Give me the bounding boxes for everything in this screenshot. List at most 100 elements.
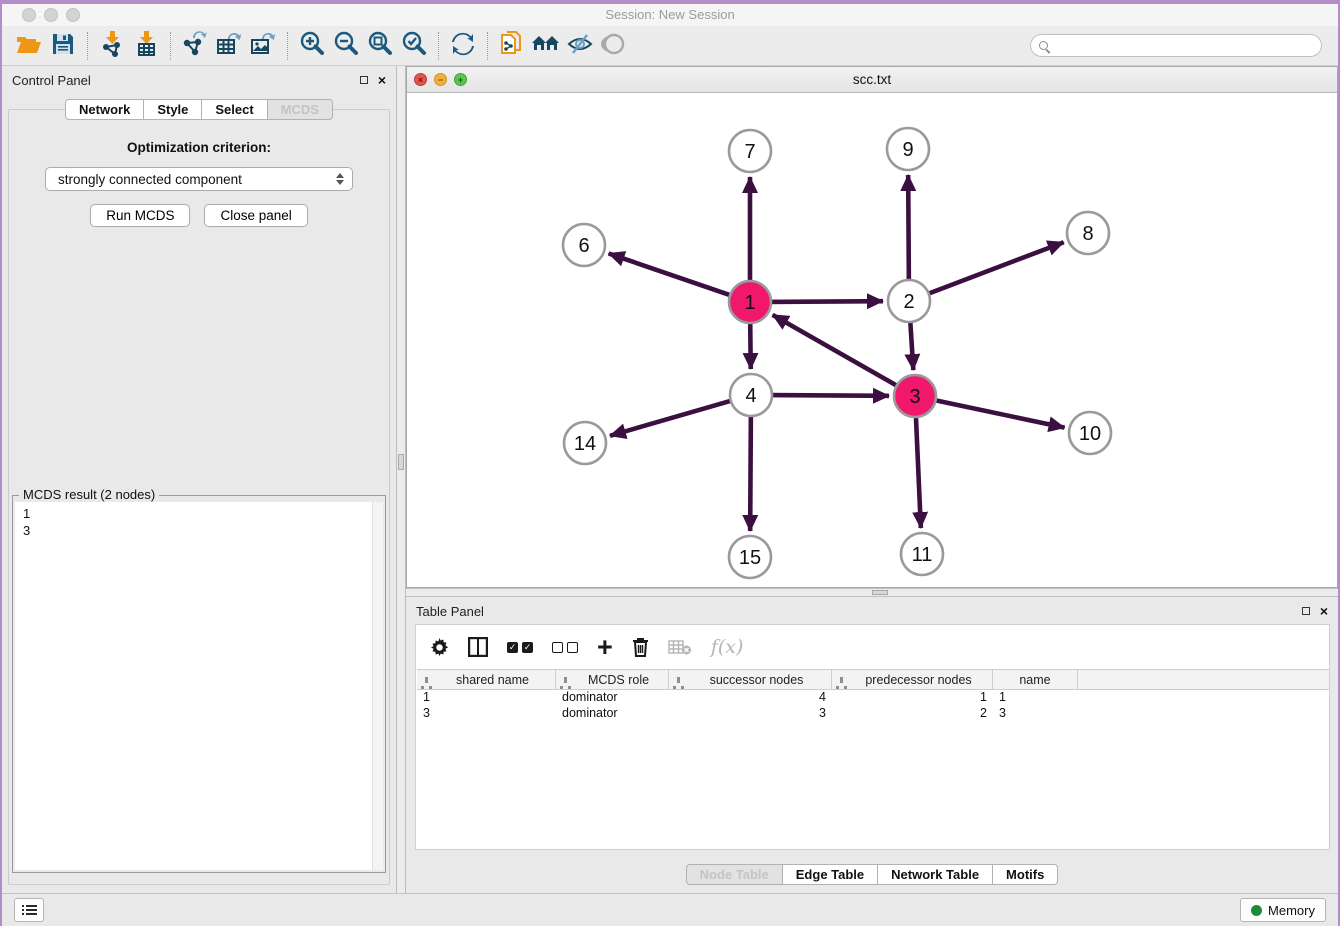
splitter-grip[interactable] — [398, 454, 404, 470]
table-cell[interactable]: 4 — [669, 690, 832, 706]
clone-network-button[interactable] — [495, 30, 529, 62]
tab-style[interactable]: Style — [143, 99, 202, 120]
float-table-panel-icon[interactable] — [1302, 607, 1310, 615]
table-row[interactable]: 1dominator411 — [417, 690, 1329, 706]
add-row-button[interactable]: + — [597, 634, 613, 660]
export-image-button[interactable] — [246, 30, 280, 62]
delete-column-button[interactable] — [668, 634, 692, 660]
tab-mcds[interactable]: MCDS — [267, 99, 333, 120]
run-mcds-button[interactable]: Run MCDS — [90, 204, 190, 227]
fit-content-button[interactable] — [363, 30, 397, 62]
edge-2-9[interactable] — [908, 175, 909, 284]
refresh-view-button[interactable] — [446, 30, 480, 62]
float-panel-icon[interactable] — [360, 76, 368, 84]
table-cell[interactable]: 1 — [832, 690, 993, 706]
column-header-MCDS-role[interactable]: MCDS role — [556, 670, 669, 689]
node-4[interactable]: 4 — [730, 374, 772, 416]
export-table-button[interactable] — [212, 30, 246, 62]
memory-button[interactable]: Memory — [1240, 898, 1326, 922]
close-table-panel-icon[interactable]: × — [1320, 604, 1328, 618]
tab-network[interactable]: Network — [65, 99, 144, 120]
table-cell[interactable]: 1 — [993, 690, 1078, 706]
tab-network-table[interactable]: Network Table — [877, 864, 993, 885]
mcds-result-text[interactable]: 13 — [15, 502, 383, 870]
edge-3-10[interactable] — [932, 400, 1065, 428]
network-graph[interactable]: 7 9 6 8 1 2 4 3 14 10 15 11 — [407, 93, 1337, 587]
split-columns-button[interactable] — [468, 634, 488, 660]
zoom-selected-button[interactable] — [397, 30, 431, 62]
tab-select[interactable]: Select — [201, 99, 267, 120]
table-cell[interactable]: dominator — [556, 706, 669, 722]
network-window-titlebar[interactable]: × − + scc.txt — [407, 67, 1337, 93]
node-6[interactable]: 6 — [563, 224, 605, 266]
table-settings-button[interactable] — [430, 634, 449, 660]
apply-function-button[interactable]: f(x) — [711, 634, 744, 660]
save-session-button[interactable] — [46, 30, 80, 62]
network-canvas[interactable]: 7 9 6 8 1 2 4 3 14 10 15 11 — [407, 93, 1337, 587]
tab-node-table[interactable]: Node Table — [686, 864, 783, 885]
table-cell[interactable]: dominator — [556, 690, 669, 706]
import-network-button[interactable] — [95, 30, 129, 62]
node-10[interactable]: 10 — [1069, 412, 1111, 454]
close-panel-button[interactable]: Close panel — [204, 204, 307, 227]
open-session-button[interactable] — [12, 30, 46, 62]
table-row[interactable]: 3dominator323 — [417, 706, 1329, 722]
node-11[interactable]: 11 — [901, 533, 943, 575]
close-panel-icon[interactable]: × — [378, 73, 386, 87]
maximize-window-icon[interactable] — [66, 8, 80, 22]
horizontal-splitter[interactable] — [406, 588, 1338, 597]
first-neighbors-button[interactable] — [529, 30, 563, 62]
node-2[interactable]: 2 — [888, 280, 930, 322]
import-table-button[interactable] — [129, 30, 163, 62]
node-8[interactable]: 8 — [1067, 212, 1109, 254]
node-1[interactable]: 1 — [729, 281, 771, 323]
edge-3-11[interactable] — [916, 413, 921, 528]
network-close-icon[interactable]: × — [414, 73, 427, 86]
select-all-rows-button[interactable]: ✓ ✓ — [507, 634, 533, 660]
table-cell[interactable]: 1 — [417, 690, 556, 706]
table-cell[interactable]: 3 — [993, 706, 1078, 722]
edge-1-6[interactable] — [609, 253, 734, 296]
table-cell[interactable]: 3 — [669, 706, 832, 722]
search-input[interactable] — [1054, 37, 1321, 55]
node-15[interactable]: 15 — [729, 536, 771, 578]
column-header-shared-name[interactable]: shared name — [417, 670, 556, 689]
optimization-criterion-select[interactable]: strongly connected component — [45, 167, 353, 191]
edge-2-3[interactable] — [910, 318, 913, 370]
edge-3-1[interactable] — [773, 315, 901, 388]
zoom-in-button[interactable] — [295, 30, 329, 62]
node-3[interactable]: 3 — [894, 375, 936, 417]
hide-selected-button[interactable] — [563, 30, 597, 62]
table-cell[interactable]: 2 — [832, 706, 993, 722]
search-box[interactable] — [1030, 34, 1322, 57]
splitter-grip[interactable] — [872, 590, 888, 595]
tab-edge-table[interactable]: Edge Table — [782, 864, 878, 885]
edge-4-3[interactable] — [768, 395, 889, 396]
delete-row-button[interactable] — [632, 634, 649, 660]
node-7[interactable]: 7 — [729, 130, 771, 172]
window-controls[interactable] — [22, 8, 80, 22]
tab-motifs[interactable]: Motifs — [992, 864, 1058, 885]
column-header-successor-nodes[interactable]: successor nodes — [669, 670, 832, 689]
deselect-all-rows-button[interactable] — [552, 634, 578, 660]
column-header-predecessor-nodes[interactable]: predecessor nodes — [832, 670, 993, 689]
network-minimize-icon[interactable]: − — [434, 73, 447, 86]
minimize-window-icon[interactable] — [44, 8, 58, 22]
show-task-history-button[interactable] — [14, 898, 44, 922]
close-window-icon[interactable] — [22, 8, 36, 22]
mcds-result-scrollbar[interactable] — [372, 502, 383, 870]
column-header-name[interactable]: name — [993, 670, 1078, 689]
zoom-out-button[interactable] — [329, 30, 363, 62]
node-14[interactable]: 14 — [564, 422, 606, 464]
edge-2-8[interactable] — [925, 242, 1064, 295]
table-cell[interactable]: 3 — [417, 706, 556, 722]
export-network-button[interactable] — [178, 30, 212, 62]
edge-4-15[interactable] — [750, 412, 751, 531]
show-all-button[interactable] — [597, 30, 631, 62]
network-maximize-icon[interactable]: + — [454, 73, 467, 86]
edge-4-14[interactable] — [610, 400, 735, 436]
edge-1-2[interactable] — [767, 301, 883, 302]
vertical-splitter[interactable] — [396, 66, 406, 893]
node-9[interactable]: 9 — [887, 128, 929, 170]
edge-1-4[interactable] — [750, 319, 751, 369]
